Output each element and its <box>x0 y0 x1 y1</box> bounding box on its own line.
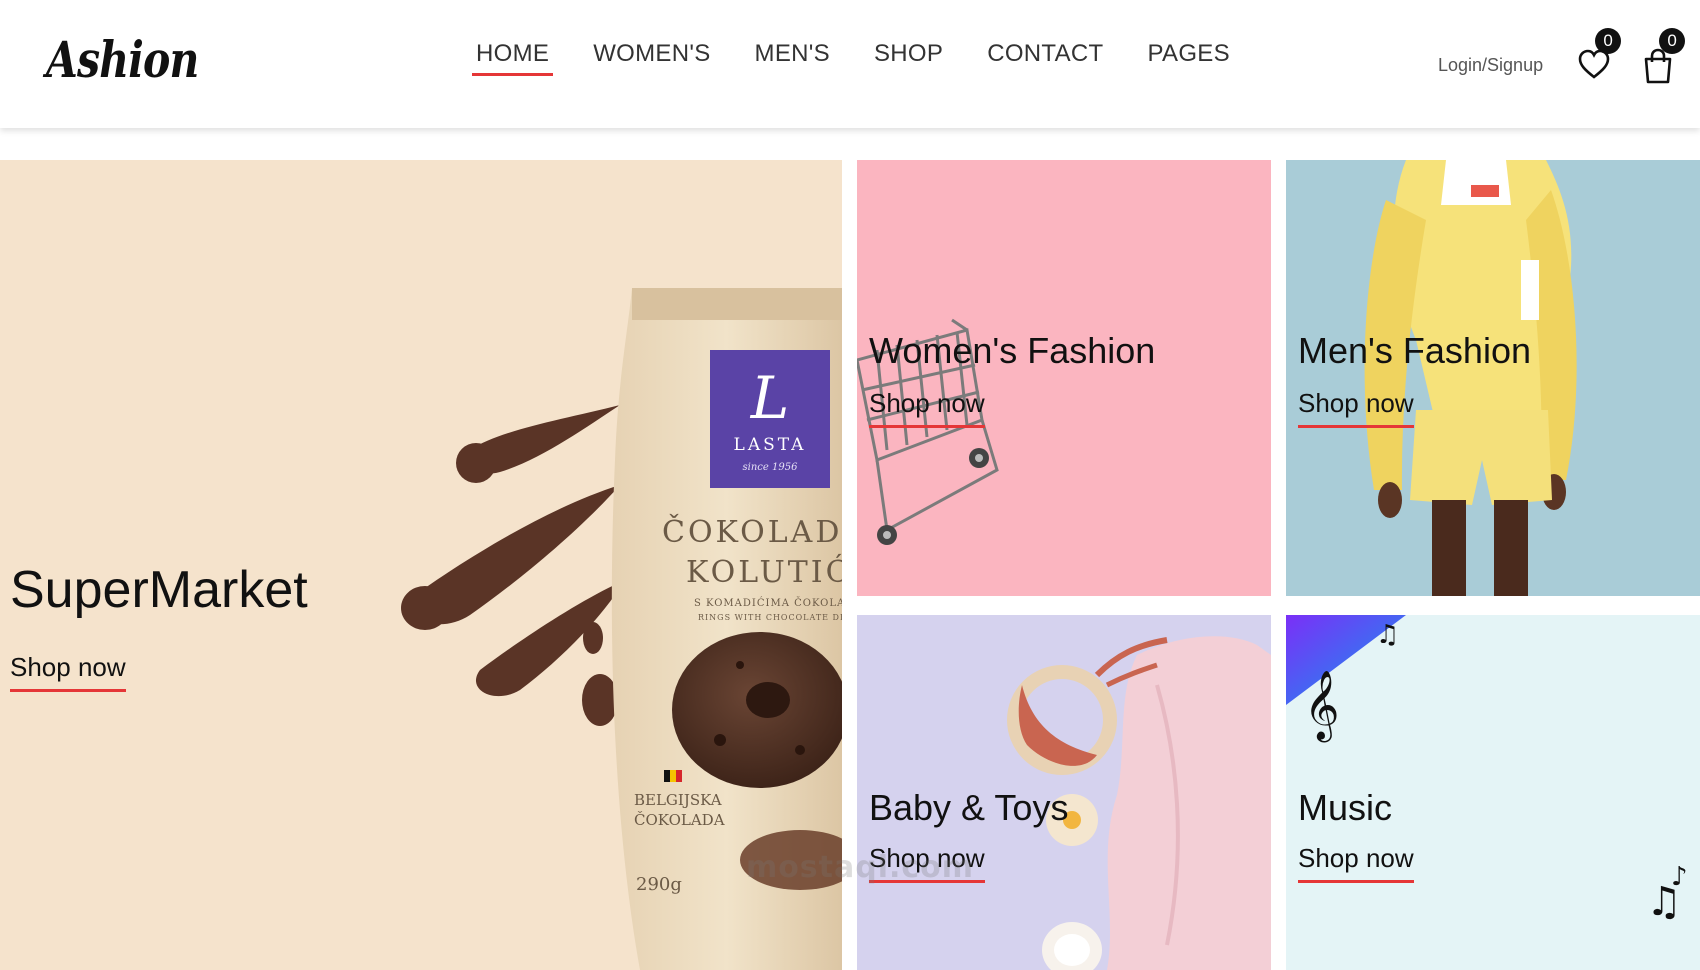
category-tile-womens-fashion[interactable]: Women's Fashion Shop now <box>857 160 1271 596</box>
nav-item-pages[interactable]: PAGES <box>1144 40 1234 74</box>
category-tile-mens-fashion[interactable]: Men's Fashion Shop now <box>1286 160 1700 596</box>
chocolate-splash <box>401 405 625 726</box>
treble-clef-icon: 𝄞 <box>1304 670 1339 742</box>
category-tile-baby-toys[interactable]: Baby & Toys Shop now <box>857 615 1271 970</box>
svg-text:RINGS WITH CHOCOLATE DROPS: RINGS WITH CHOCOLATE DROPS <box>698 613 842 622</box>
shop-now-link-supermarket[interactable]: Shop now <box>10 652 126 692</box>
svg-text:since 1956: since 1956 <box>743 462 799 473</box>
wishlist-count-badge: 0 <box>1595 28 1622 54</box>
svg-text:L: L <box>750 364 790 432</box>
nav-item-shop[interactable]: SHOP <box>870 40 947 74</box>
login-signup-link[interactable]: Login/Signup <box>1438 55 1543 76</box>
site-header: Ashion HOME WOMEN'S MEN'S SHOP CONTACT P… <box>0 0 1700 128</box>
category-title-mens-fashion: Men's Fashion <box>1298 330 1531 371</box>
nav-item-home[interactable]: HOME <box>472 40 554 76</box>
category-tile-supermarket[interactable]: L LASTA since 1956 ČOKOLADNI KOLUTIĆI S … <box>0 160 842 970</box>
svg-text:𝄞: 𝄞 <box>1304 670 1339 742</box>
header-actions: Login/Signup 0 0 <box>1438 28 1686 84</box>
category-title-womens-fashion: Women's Fashion <box>869 330 1156 371</box>
category-tile-music[interactable]: 𝄞 ♫ ♫ ♪ Music Shop now <box>1286 615 1700 970</box>
cart-count-badge: 0 <box>1659 28 1686 54</box>
svg-text:ČOKOLADA: ČOKOLADA <box>634 811 725 829</box>
nav-item-womens[interactable]: WOMEN'S <box>589 40 714 74</box>
svg-text:S KOMADIĆIMA ČOKOLADE: S KOMADIĆIMA ČOKOLADE <box>694 597 842 609</box>
svg-text:LASTA: LASTA <box>734 435 807 455</box>
svg-text:♪: ♪ <box>1671 862 1688 892</box>
category-title-baby-toys: Baby & Toys <box>869 787 1069 828</box>
category-title-music: Music <box>1298 787 1393 828</box>
main-nav: HOME WOMEN'S MEN'S SHOP CONTACT PAGES <box>472 40 1270 76</box>
mens-fashion-model-image <box>1364 160 1577 596</box>
svg-text:BELGIJSKA: BELGIJSKA <box>634 791 722 809</box>
site-logo[interactable]: Ashion <box>46 30 199 89</box>
svg-text:ČOKOLADNI: ČOKOLADNI <box>662 514 842 550</box>
shop-now-link-womens-fashion[interactable]: Shop now <box>869 388 985 428</box>
category-title-supermarket: SuperMarket <box>10 561 308 619</box>
nav-item-mens[interactable]: MEN'S <box>751 40 834 74</box>
svg-text:KOLUTIĆI: KOLUTIĆI <box>686 554 842 590</box>
cart-button[interactable]: 0 <box>1641 28 1686 84</box>
shopping-cart-image <box>857 318 999 545</box>
watermark: mostaql.com <box>745 850 975 885</box>
svg-text:♫: ♫ <box>1376 620 1399 650</box>
nav-item-contact[interactable]: CONTACT <box>983 40 1107 74</box>
music-note-icon: ♫ ♫ ♪ <box>1376 620 1688 925</box>
svg-text:290g: 290g <box>636 874 682 895</box>
wishlist-button[interactable]: 0 <box>1577 28 1622 82</box>
shop-now-link-music[interactable]: Shop now <box>1298 843 1414 883</box>
shop-now-link-mens-fashion[interactable]: Shop now <box>1298 388 1414 428</box>
